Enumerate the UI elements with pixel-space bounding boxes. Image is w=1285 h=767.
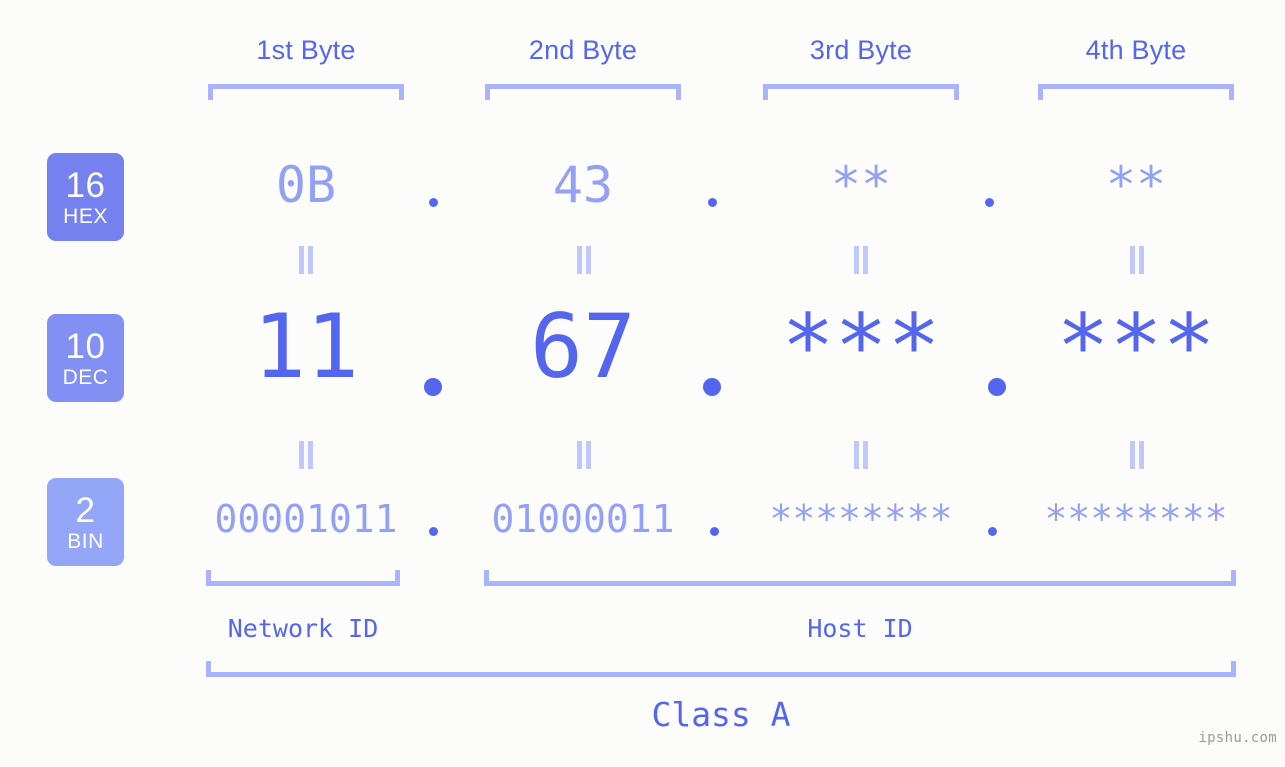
hex-byte-2: 43 <box>552 156 614 214</box>
ip-address-breakdown-diagram: 1st Byte 2nd Byte 3rd Byte 4th Byte 16 H… <box>0 0 1285 767</box>
radix-badge-bin-unit: BIN <box>67 529 104 553</box>
byte-header-label-4: 4th Byte <box>1085 35 1187 65</box>
byte-bracket-2 <box>485 84 681 100</box>
radix-badge-hex: 16 HEX <box>47 153 124 241</box>
watermark: ipshu.com <box>1198 730 1277 746</box>
dec-separator-dot-3 <box>988 378 1006 396</box>
bin-separator-dot-2 <box>710 527 719 536</box>
host-id-label: Host ID <box>807 614 913 643</box>
byte-header-label-1: 1st Byte <box>256 35 356 65</box>
bin-separator-dot-3 <box>988 527 997 536</box>
equals-marker-dec-bin-1 <box>298 441 314 469</box>
radix-badge-hex-unit: HEX <box>63 204 108 228</box>
equals-marker-hex-dec-4 <box>1129 246 1145 274</box>
network-id-bracket <box>206 570 400 586</box>
class-bracket <box>206 661 1236 677</box>
equals-marker-dec-bin-3 <box>853 441 869 469</box>
equals-marker-dec-bin-4 <box>1129 441 1145 469</box>
radix-badge-dec-unit: DEC <box>62 365 109 389</box>
equals-marker-dec-bin-2 <box>576 441 592 469</box>
hex-separator-dot-1 <box>429 198 438 207</box>
byte-header-label-3: 3rd Byte <box>809 35 913 65</box>
dec-byte-3: *** <box>781 295 941 398</box>
radix-badge-hex-number: 16 <box>65 165 106 205</box>
byte-bracket-1 <box>208 84 404 100</box>
equals-marker-hex-dec-2 <box>576 246 592 274</box>
radix-badge-bin-number: 2 <box>75 490 96 530</box>
equals-marker-hex-dec-1 <box>298 246 314 274</box>
dec-byte-4: *** <box>1056 295 1216 398</box>
dec-separator-dot-2 <box>703 378 721 396</box>
dec-byte-1: 11 <box>253 295 359 398</box>
bin-byte-4: ******** <box>1044 497 1228 541</box>
hex-separator-dot-2 <box>708 198 717 207</box>
radix-badge-dec: 10 DEC <box>47 314 124 402</box>
hex-byte-4: ** <box>1105 156 1167 214</box>
bin-byte-2: 01000011 <box>491 497 675 541</box>
hex-byte-1: 0B <box>275 156 337 214</box>
radix-badge-bin: 2 BIN <box>47 478 124 566</box>
host-id-bracket <box>484 570 1236 586</box>
dec-byte-2: 67 <box>530 295 636 398</box>
bin-byte-1: 00001011 <box>214 497 398 541</box>
network-id-label: Network ID <box>227 614 379 643</box>
bin-separator-dot-1 <box>429 527 438 536</box>
hex-byte-3: ** <box>830 156 892 214</box>
class-label: Class A <box>651 695 791 734</box>
bin-byte-3: ******** <box>769 497 953 541</box>
byte-bracket-4 <box>1038 84 1234 100</box>
dec-separator-dot-1 <box>424 378 442 396</box>
radix-badge-dec-number: 10 <box>65 326 106 366</box>
hex-separator-dot-3 <box>985 198 994 207</box>
byte-bracket-3 <box>763 84 959 100</box>
byte-header-label-2: 2nd Byte <box>528 35 638 65</box>
equals-marker-hex-dec-3 <box>853 246 869 274</box>
